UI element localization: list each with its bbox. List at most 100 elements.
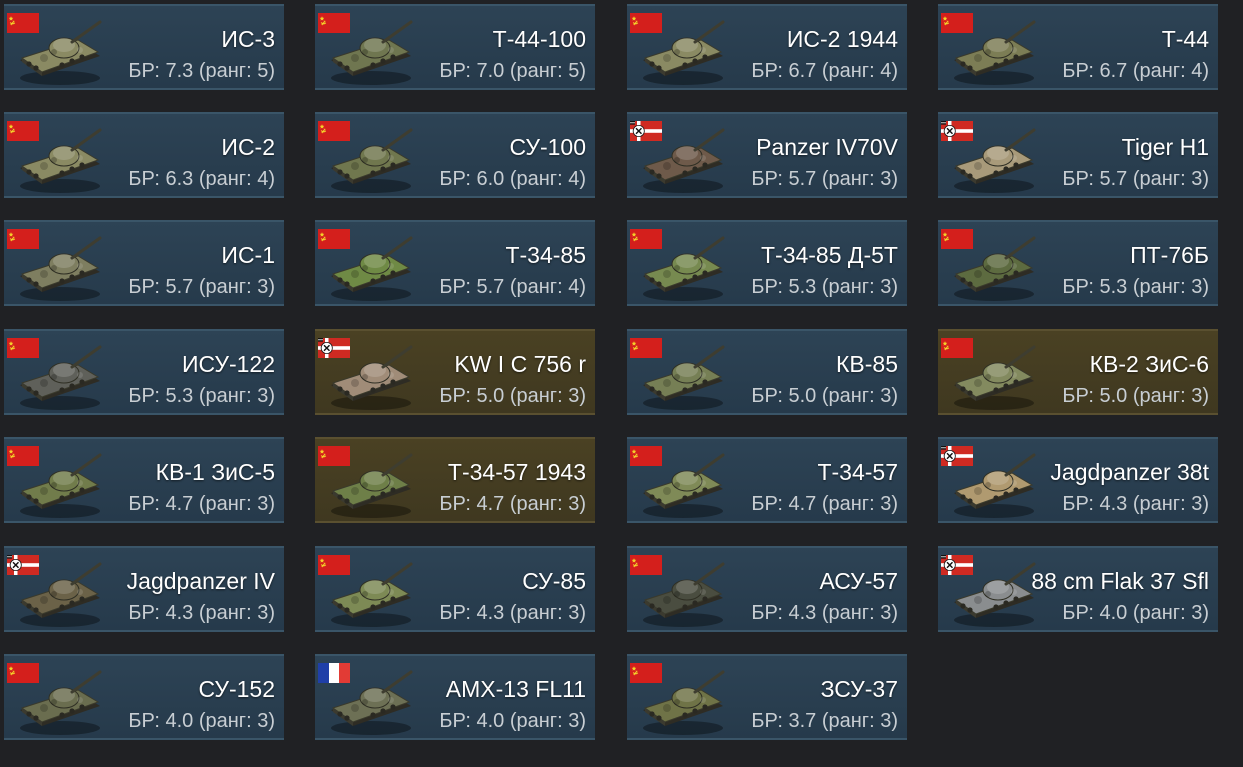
germany-flag-icon [941,555,973,575]
ussr-flag-icon [7,663,39,683]
ussr-flag-icon [7,338,39,358]
vehicle-name: Panzer IV70V [756,134,898,160]
vehicle-card[interactable]: 88 cm Flak 37 Sfl БР: 4.0 (ранг: 3) [938,546,1218,632]
vehicle-card[interactable]: Т-34-57 1943 БР: 4.7 (ранг: 3) [315,437,595,523]
vehicle-name: ИС-2 1944 [786,26,898,52]
vehicle-br: БР: 6.7 (ранг: 4) [1062,60,1209,82]
france-flag-icon [318,663,350,683]
vehicle-card[interactable]: Т-34-57 БР: 4.7 (ранг: 3) [627,437,907,523]
vehicle-card[interactable]: Т-44-100 БР: 7.0 (ранг: 5) [315,4,595,90]
vehicle-card[interactable]: Т-34-85 Д-5Т БР: 5.3 (ранг: 3) [627,220,907,306]
germany-flag-icon [7,555,39,575]
vehicle-br: БР: 4.7 (ранг: 3) [751,493,898,515]
vehicle-name: КВ-1 ЗиС-5 [155,459,275,485]
vehicle-br: БР: 4.0 (ранг: 3) [1062,602,1209,624]
vehicle-br: БР: 4.3 (ранг: 3) [1062,493,1209,515]
vehicle-name: ИС-3 [221,26,275,52]
vehicle-card[interactable]: ИС-2 БР: 6.3 (ранг: 4) [4,112,284,198]
vehicle-br: БР: 5.0 (ранг: 3) [751,385,898,407]
germany-flag-icon [941,121,973,141]
vehicle-card[interactable]: СУ-100 БР: 6.0 (ранг: 4) [315,112,595,198]
vehicle-name: ЗСУ-37 [820,676,898,702]
vehicle-card[interactable]: КВ-2 ЗиС-6 БР: 5.0 (ранг: 3) [938,329,1218,415]
vehicle-br: БР: 6.0 (ранг: 4) [439,168,586,190]
vehicle-card[interactable]: Tiger H1 БР: 5.7 (ранг: 3) [938,112,1218,198]
vehicle-br: БР: 4.7 (ранг: 3) [439,493,586,515]
vehicle-br: БР: 5.7 (ранг: 3) [1062,168,1209,190]
vehicle-name: AMX-13 FL11 [445,676,586,702]
ussr-flag-icon [941,338,973,358]
vehicle-br: БР: 5.0 (ранг: 3) [439,385,586,407]
ussr-flag-icon [630,663,662,683]
vehicle-card[interactable]: Т-44 БР: 6.7 (ранг: 4) [938,4,1218,90]
vehicle-name: Т-34-85 [505,242,586,268]
vehicle-card[interactable]: КВ-85 БР: 5.0 (ранг: 3) [627,329,907,415]
vehicle-name: Jagdpanzer IV [126,568,275,594]
vehicle-card[interactable]: ИС-2 1944 БР: 6.7 (ранг: 4) [627,4,907,90]
ussr-flag-icon [630,338,662,358]
vehicle-br: БР: 5.7 (ранг: 3) [751,168,898,190]
ussr-flag-icon [630,555,662,575]
vehicle-card[interactable]: ИСУ-122 БР: 5.3 (ранг: 3) [4,329,284,415]
vehicle-name: Т-44-100 [492,26,586,52]
vehicle-br: БР: 6.7 (ранг: 4) [751,60,898,82]
vehicle-name: 88 cm Flak 37 Sfl [1031,568,1209,594]
ussr-flag-icon [318,555,350,575]
vehicle-name: ИС-2 [221,134,275,160]
vehicle-br: БР: 4.0 (ранг: 3) [439,710,586,732]
vehicle-br: БР: 4.3 (ранг: 3) [751,602,898,624]
vehicle-card[interactable]: Panzer IV70V БР: 5.7 (ранг: 3) [627,112,907,198]
ussr-flag-icon [630,13,662,33]
vehicle-name: Tiger H1 [1121,134,1209,160]
ussr-flag-icon [630,229,662,249]
ussr-flag-icon [941,13,973,33]
vehicle-br: БР: 5.3 (ранг: 3) [751,276,898,298]
vehicle-name: Т-34-57 [817,459,898,485]
vehicle-name: СУ-152 [198,676,276,702]
vehicle-card[interactable]: СУ-85 БР: 4.3 (ранг: 3) [315,546,595,632]
vehicle-name: Т-34-85 Д-5Т [760,242,898,268]
vehicle-card[interactable]: ПТ-76Б БР: 5.3 (ранг: 3) [938,220,1218,306]
ussr-flag-icon [941,229,973,249]
vehicle-br: БР: 4.3 (ранг: 3) [439,602,586,624]
vehicle-card[interactable]: КВ-1 ЗиС-5 БР: 4.7 (ранг: 3) [4,437,284,523]
ussr-flag-icon [7,229,39,249]
vehicle-card[interactable]: Jagdpanzer 38t БР: 4.3 (ранг: 3) [938,437,1218,523]
vehicle-br: БР: 5.3 (ранг: 3) [1062,276,1209,298]
vehicle-name: ИС-1 [221,242,275,268]
vehicle-br: БР: 6.3 (ранг: 4) [128,168,275,190]
vehicle-br: БР: 4.0 (ранг: 3) [128,710,275,732]
ussr-flag-icon [7,13,39,33]
vehicle-name: ПТ-76Б [1130,242,1209,268]
vehicle-card[interactable]: AMX-13 FL11 БР: 4.0 (ранг: 3) [315,654,595,740]
ussr-flag-icon [7,121,39,141]
vehicle-name: СУ-100 [509,134,587,160]
germany-flag-icon [318,338,350,358]
ussr-flag-icon [7,446,39,466]
vehicle-br: БР: 3.7 (ранг: 3) [751,710,898,732]
vehicle-card[interactable]: ЗСУ-37 БР: 3.7 (ранг: 3) [627,654,907,740]
vehicle-name: Jagdpanzer 38t [1050,459,1209,485]
vehicle-br: БР: 5.3 (ранг: 3) [128,385,275,407]
vehicle-br: БР: 7.0 (ранг: 5) [439,60,586,82]
vehicle-br: БР: 5.0 (ранг: 3) [1062,385,1209,407]
vehicle-card[interactable]: ИС-3 БР: 7.3 (ранг: 5) [4,4,284,90]
vehicle-name: КВ-85 [836,351,898,377]
vehicle-br: БР: 4.3 (ранг: 3) [128,602,275,624]
vehicle-card[interactable]: АСУ-57 БР: 4.3 (ранг: 3) [627,546,907,632]
vehicle-card[interactable]: Т-34-85 БР: 5.7 (ранг: 4) [315,220,595,306]
vehicle-name: Т-44 [1161,26,1209,52]
vehicle-name: АСУ-57 [819,568,898,594]
vehicle-card[interactable]: ИС-1 БР: 5.7 (ранг: 3) [4,220,284,306]
vehicle-name: KW I C 756 r [454,351,586,377]
vehicle-br: БР: 4.7 (ранг: 3) [128,493,275,515]
ussr-flag-icon [318,229,350,249]
ussr-flag-icon [318,446,350,466]
vehicle-card[interactable]: Jagdpanzer IV БР: 4.3 (ранг: 3) [4,546,284,632]
vehicle-card[interactable]: KW I C 756 r БР: 5.0 (ранг: 3) [315,329,595,415]
germany-flag-icon [941,446,973,466]
vehicle-card[interactable]: СУ-152 БР: 4.0 (ранг: 3) [4,654,284,740]
vehicle-name: КВ-2 ЗиС-6 [1089,351,1209,377]
vehicle-name: Т-34-57 1943 [447,459,586,485]
ussr-flag-icon [318,13,350,33]
